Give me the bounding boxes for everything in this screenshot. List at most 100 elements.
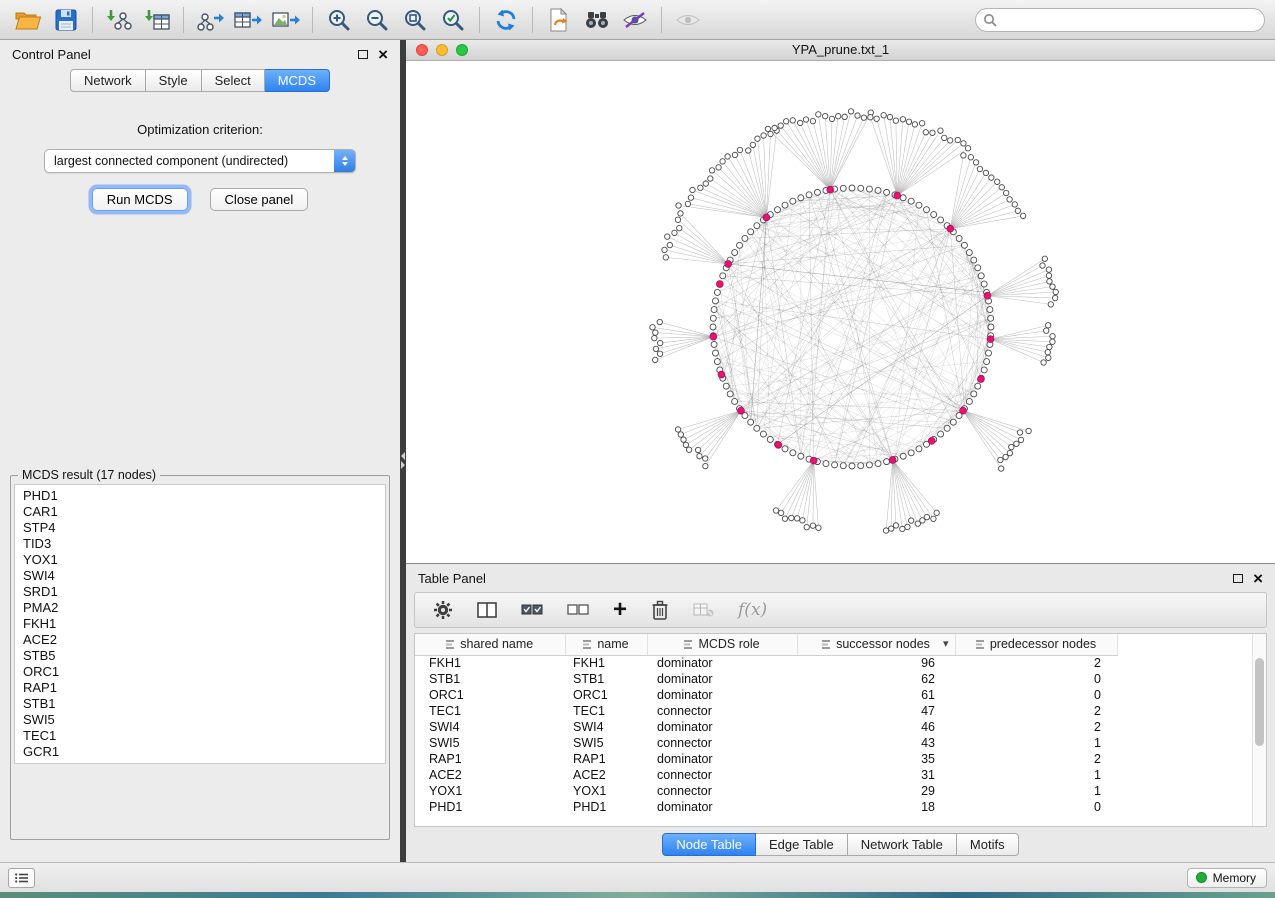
table-cell: dominator bbox=[647, 751, 797, 767]
result-node[interactable]: FKH1 bbox=[15, 616, 385, 632]
result-node[interactable]: GCR1 bbox=[15, 744, 385, 760]
select-all-columns-icon[interactable] bbox=[521, 603, 543, 617]
run-mcds-button[interactable]: Run MCDS bbox=[92, 188, 188, 211]
table-cell: PHD1 bbox=[415, 799, 565, 815]
table-cell: 35 bbox=[797, 751, 955, 767]
export-network-icon[interactable] bbox=[192, 5, 228, 35]
search-network-icon[interactable] bbox=[579, 5, 615, 35]
result-node[interactable]: TID3 bbox=[15, 536, 385, 552]
table-cell: TEC1 bbox=[565, 703, 647, 719]
table-cell: YOX1 bbox=[565, 783, 647, 799]
result-node[interactable]: STB5 bbox=[15, 648, 385, 664]
table-cell: FKH1 bbox=[565, 655, 647, 671]
memory-button[interactable]: Memory bbox=[1187, 868, 1267, 888]
close-panel-icon[interactable]: × bbox=[378, 50, 388, 60]
refresh-layout-icon[interactable] bbox=[488, 5, 524, 35]
status-menu-button[interactable] bbox=[8, 868, 35, 888]
table-cell: 0 bbox=[955, 671, 1117, 687]
result-node[interactable]: CAR1 bbox=[15, 504, 385, 520]
table-row[interactable]: SWI4SWI4dominator462 bbox=[415, 719, 1117, 735]
tab-motifs[interactable]: Motifs bbox=[957, 833, 1019, 856]
table-row[interactable]: TEC1TEC1connector472 bbox=[415, 703, 1117, 719]
export-image-icon[interactable] bbox=[268, 5, 304, 35]
column-header-predecessor-nodes[interactable]: predecessor nodes bbox=[955, 634, 1117, 655]
result-node[interactable]: PMA2 bbox=[15, 600, 385, 616]
tab-network-table[interactable]: Network Table bbox=[848, 833, 957, 856]
result-node[interactable]: RAP1 bbox=[15, 680, 385, 696]
toolbar-separator bbox=[479, 7, 480, 33]
table-panel-tabs: Node TableEdge TableNetwork TableMotifs bbox=[406, 830, 1275, 858]
zoom-fit-icon[interactable] bbox=[397, 5, 433, 35]
column-layout-icon[interactable] bbox=[477, 602, 497, 618]
column-header-shared-name[interactable]: shared name bbox=[415, 634, 565, 655]
splitter-handle-icon[interactable] bbox=[400, 451, 406, 470]
tab-edge-table[interactable]: Edge Table bbox=[756, 833, 848, 856]
result-node[interactable]: ORC1 bbox=[15, 664, 385, 680]
close-panel-button[interactable]: Close panel bbox=[210, 188, 309, 211]
tab-network[interactable]: Network bbox=[70, 69, 146, 92]
result-node[interactable]: PHD1 bbox=[15, 488, 385, 504]
result-node[interactable]: SRD1 bbox=[15, 584, 385, 600]
sort-direction-icon[interactable]: ▾ bbox=[943, 637, 949, 650]
tab-node-table[interactable]: Node Table bbox=[662, 833, 756, 856]
network-graph[interactable] bbox=[406, 61, 1275, 563]
export-table-icon[interactable] bbox=[230, 5, 266, 35]
result-node[interactable]: SWI4 bbox=[15, 568, 385, 584]
column-type-icon bbox=[583, 637, 592, 651]
zoom-in-icon[interactable] bbox=[321, 5, 357, 35]
float-table-panel-icon[interactable] bbox=[1233, 574, 1243, 583]
control-panel: Control Panel × NetworkStyleSelectMCDS O… bbox=[0, 40, 400, 862]
result-node[interactable]: STP4 bbox=[15, 520, 385, 536]
table-row[interactable]: SWI5SWI5connector431 bbox=[415, 735, 1117, 751]
tab-style[interactable]: Style bbox=[146, 69, 202, 92]
close-table-panel-icon[interactable]: × bbox=[1253, 574, 1263, 584]
export-web-icon[interactable] bbox=[541, 5, 577, 35]
import-network-icon[interactable] bbox=[101, 5, 137, 35]
column-header-MCDS-role[interactable]: MCDS role bbox=[647, 634, 797, 655]
delete-column-icon[interactable] bbox=[651, 600, 669, 620]
table-panel-header: Table Panel × bbox=[406, 564, 1275, 589]
result-node[interactable]: SWI5 bbox=[15, 712, 385, 728]
result-node[interactable]: TEC1 bbox=[15, 728, 385, 744]
result-node[interactable]: STB1 bbox=[15, 696, 385, 712]
table-scrollbar[interactable] bbox=[1252, 634, 1266, 826]
table-cell: connector bbox=[647, 703, 797, 719]
float-panel-icon[interactable] bbox=[358, 50, 368, 59]
table-cell: 46 bbox=[797, 719, 955, 735]
toolbar-separator bbox=[312, 7, 313, 33]
chevron-updown-icon bbox=[334, 150, 355, 172]
network-window-titlebar[interactable]: YPA_prune.txt_1 bbox=[406, 40, 1275, 61]
table-cell: dominator bbox=[647, 687, 797, 703]
column-header-successor-nodes[interactable]: successor nodes▾ bbox=[797, 634, 955, 655]
table-row[interactable]: PHD1PHD1dominator180 bbox=[415, 799, 1117, 815]
table-row[interactable]: ACE2ACE2connector311 bbox=[415, 767, 1117, 783]
result-node[interactable]: YOX1 bbox=[15, 552, 385, 568]
tab-select[interactable]: Select bbox=[202, 69, 265, 92]
tab-mcds[interactable]: MCDS bbox=[265, 69, 330, 92]
table-row[interactable]: YOX1YOX1connector291 bbox=[415, 783, 1117, 799]
zoom-out-icon[interactable] bbox=[359, 5, 395, 35]
column-header-name[interactable]: name bbox=[565, 634, 647, 655]
show-all-icon[interactable] bbox=[670, 5, 706, 35]
zoom-selected-icon[interactable] bbox=[435, 5, 471, 35]
table-row[interactable]: FKH1FKH1dominator962 bbox=[415, 655, 1117, 671]
table-row[interactable]: STB1STB1dominator620 bbox=[415, 671, 1117, 687]
table-row[interactable]: ORC1ORC1dominator610 bbox=[415, 687, 1117, 703]
settings-gear-icon[interactable] bbox=[433, 600, 453, 620]
table-row[interactable]: RAP1RAP1dominator352 bbox=[415, 751, 1117, 767]
result-node[interactable]: ACE2 bbox=[15, 632, 385, 648]
table-cell: SWI4 bbox=[565, 719, 647, 735]
open-folder-icon[interactable] bbox=[10, 5, 46, 35]
search-input[interactable] bbox=[975, 8, 1265, 32]
hide-selected-icon[interactable] bbox=[617, 5, 653, 35]
save-icon[interactable] bbox=[48, 5, 84, 35]
table-cell: dominator bbox=[647, 719, 797, 735]
mcds-result-title: MCDS result (17 nodes) bbox=[18, 468, 160, 482]
memory-label: Memory bbox=[1213, 871, 1256, 885]
add-column-icon[interactable]: + bbox=[613, 600, 627, 620]
optimization-criterion-select[interactable]: largest connected component (undirected) bbox=[44, 149, 356, 173]
import-table-icon[interactable] bbox=[139, 5, 175, 35]
panel-splitter[interactable] bbox=[400, 40, 406, 862]
table-scrollbar-thumb[interactable] bbox=[1255, 658, 1264, 746]
deselect-all-columns-icon[interactable] bbox=[567, 603, 589, 617]
